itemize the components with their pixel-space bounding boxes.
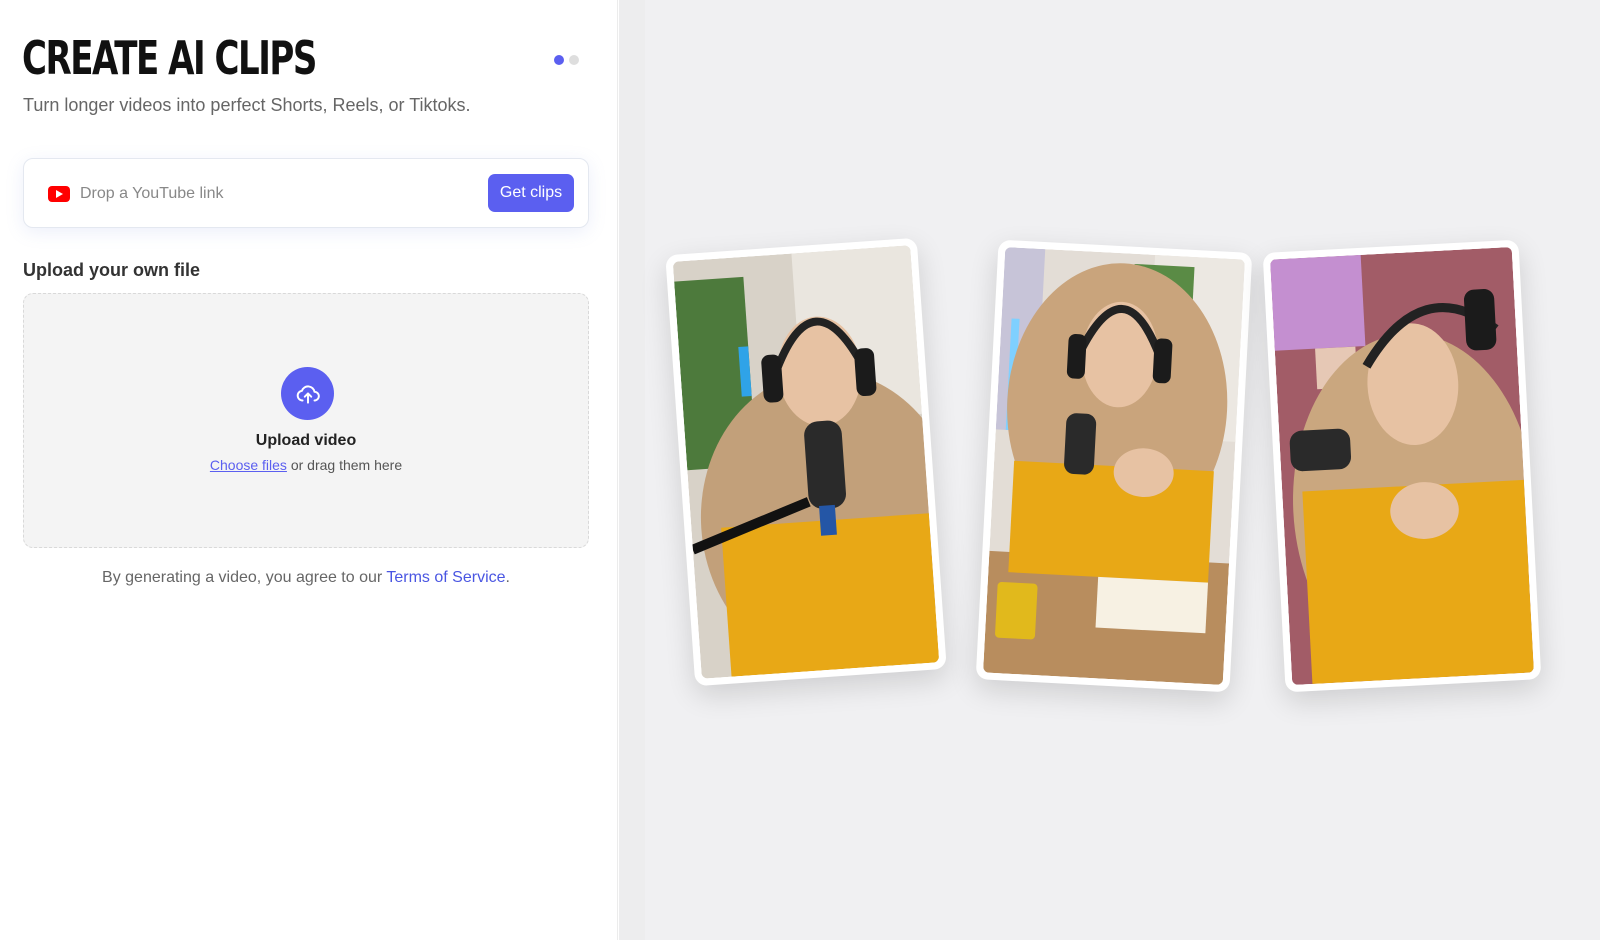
upload-title: Upload video: [255, 432, 357, 449]
upload-instructions: Choose files or drag them here: [24, 457, 588, 473]
terms-notice: By generating a video, you agree to our …: [23, 569, 589, 587]
left-panel: CREATE AI CLIPS Turn longer videos into …: [0, 0, 618, 940]
clip-preview-card: [975, 239, 1253, 693]
terms-suffix: .: [505, 569, 510, 586]
clip-preview-image: [983, 247, 1245, 685]
get-clips-button[interactable]: Get clips: [488, 174, 574, 212]
clip-preview-image: [1270, 246, 1534, 686]
cloud-upload-icon[interactable]: [281, 367, 334, 420]
terms-of-service-link[interactable]: Terms of Service: [386, 569, 505, 586]
clip-preview-card: [1262, 239, 1542, 693]
youtube-icon: [48, 186, 70, 202]
drag-text: or drag them here: [286, 457, 403, 473]
choose-files-link[interactable]: Choose files: [210, 457, 287, 473]
youtube-link-input[interactable]: [80, 179, 470, 209]
terms-prefix: By generating a video, you agree to our: [102, 569, 387, 586]
step-dot-active[interactable]: [554, 55, 564, 65]
step-dot[interactable]: [569, 55, 579, 65]
clip-preview-card: [665, 237, 947, 687]
page-subtitle: Turn longer videos into perfect Shorts, …: [23, 95, 471, 115]
youtube-link-box: Get clips: [23, 158, 589, 228]
upload-heading: Upload your own file: [23, 260, 201, 280]
page-title: CREATE AI CLIPS: [22, 31, 317, 85]
clip-preview-image: [672, 245, 940, 679]
upload-dropzone[interactable]: Upload video Choose files or drag them h…: [23, 293, 589, 548]
step-indicator: [554, 55, 579, 65]
